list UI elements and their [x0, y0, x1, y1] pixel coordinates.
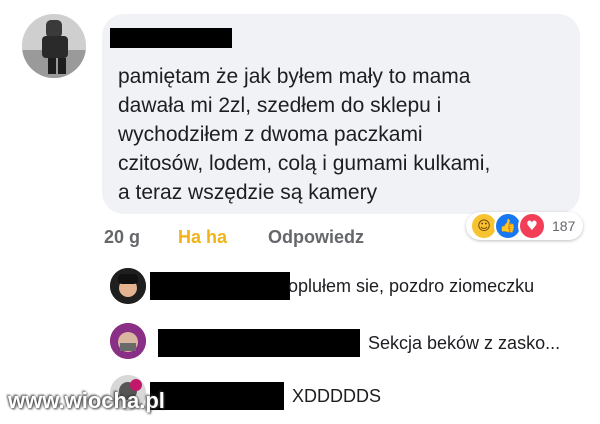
comment-line: a teraz wszędzie są kamery	[118, 181, 378, 204]
reaction-count: 187	[552, 218, 576, 234]
comment-actions: 20 g Ha ha Odpowiedz	[104, 224, 364, 250]
redacted-username	[150, 272, 290, 300]
comment-timestamp[interactable]: 20 g	[104, 227, 178, 248]
redacted-username	[158, 329, 360, 357]
commenter-avatar[interactable]	[22, 14, 86, 78]
haha-reaction-button[interactable]: Ha ha	[178, 227, 268, 248]
reply-avatar[interactable]	[110, 323, 146, 359]
comment-line: czitosów, lodem, colą i gumami kulkami,	[118, 152, 491, 175]
comment-text: pamiętam że jak byłem mały to mama dawał…	[118, 62, 568, 207]
love-icon: ♥	[518, 212, 546, 240]
comment-bubble: pamiętam że jak byłem mały to mama dawał…	[102, 14, 580, 214]
redacted-username	[110, 28, 232, 48]
comment-line: pamiętam że jak byłem mały to mama	[118, 65, 471, 88]
reply-avatar[interactable]	[110, 268, 146, 304]
comment-line: wychodziłem z dwoma paczkami	[118, 123, 423, 146]
avatar-photo	[110, 323, 146, 359]
reply-text: oplułem sie, pozdro ziomeczku	[288, 276, 535, 296]
site-watermark: www.wiocha.pl	[8, 388, 165, 413]
reply-text: XDDDDDS	[292, 386, 382, 406]
comment-line: dawała mi 2zl, szedłem do sklepu i	[118, 94, 442, 117]
reactions-summary[interactable]: ☺ 👍 ♥ 187	[466, 212, 584, 240]
reply-text: Sekcja beków z zasko...	[368, 333, 561, 353]
avatar-photo	[22, 14, 86, 78]
avatar-photo	[110, 268, 146, 304]
reply-button[interactable]: Odpowiedz	[268, 227, 364, 248]
redacted-username	[150, 382, 284, 410]
